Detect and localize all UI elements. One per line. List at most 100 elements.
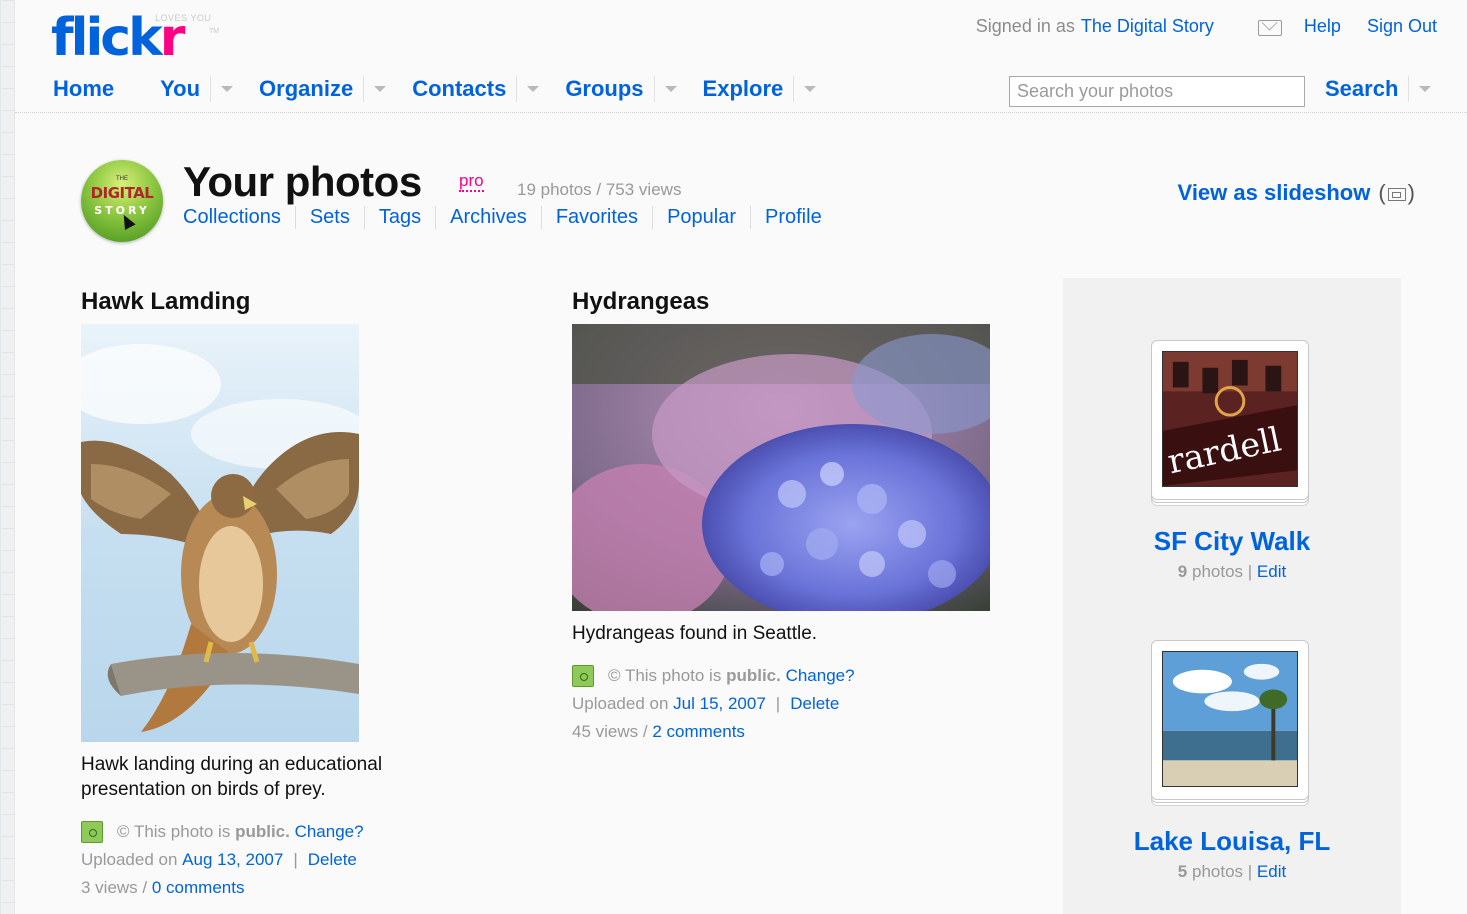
search-input[interactable] [1009, 76, 1305, 107]
subnav-sets[interactable]: Sets [294, 206, 364, 229]
sf-city-walk-thumb: rardell [1162, 351, 1298, 487]
uploaded-date-link[interactable]: Jul 15, 2007 [673, 690, 766, 718]
logo-tagline: LOVES YOU [155, 13, 212, 23]
uploaded-prefix: Uploaded on [81, 850, 178, 869]
lake-louisa-thumb [1162, 651, 1298, 787]
chevron-down-icon[interactable] [516, 76, 540, 102]
change-privacy-link[interactable]: Change? [786, 662, 855, 690]
separator: | [1247, 562, 1253, 581]
chevron-down-icon[interactable] [793, 76, 817, 102]
header-divider [15, 112, 1467, 113]
avatar-text-line1: DIGITAL [90, 184, 154, 202]
set-photo-count-label: photos [1191, 562, 1244, 581]
hawk-photo[interactable] [81, 324, 359, 742]
photo-item: Hydrangeas Hydrangeas found in Seattle. … [572, 288, 1002, 746]
separator: | [293, 850, 298, 869]
views-row: 3 views / 0 comments [81, 874, 481, 902]
views-row: 45 views / 2 comments [572, 718, 1002, 746]
chevron-down-icon[interactable] [1408, 76, 1432, 102]
set-photo-count: 5 [1177, 862, 1188, 881]
change-privacy-link[interactable]: Change? [295, 818, 364, 846]
nav-you[interactable]: You [148, 72, 247, 106]
photo-description: Hydrangeas found in Seattle. [572, 623, 818, 644]
set-thumbnail[interactable] [1151, 640, 1309, 800]
search-button[interactable]: Search [1325, 72, 1432, 106]
subnav-archives[interactable]: Archives [435, 206, 541, 229]
slideshow-paren-close: ) [1407, 180, 1415, 205]
nav-organize-label: Organize [259, 76, 354, 101]
user-name-link[interactable]: The Digital Story [1081, 16, 1214, 37]
set-edit-link[interactable]: Edit [1257, 862, 1286, 881]
upload-row: Uploaded on Aug 13, 2007 | Delete [81, 846, 481, 874]
logo-word: flick [51, 8, 163, 68]
photo-item: Hawk Lamding Hawk landing during an educ… [81, 288, 481, 902]
delete-link[interactable]: Delete [308, 846, 357, 874]
subnav-tags[interactable]: Tags [363, 206, 435, 229]
page-title: Your photos [183, 158, 422, 205]
set-name-link[interactable]: SF City Walk [1063, 526, 1401, 557]
uploaded-prefix: Uploaded on [572, 694, 669, 713]
slideshow-icon [1387, 187, 1406, 201]
main-nav: Home You Organize Contacts Groups Explor… [41, 72, 830, 106]
logo-tm: TM [209, 28, 220, 35]
comments-link[interactable]: 0 comments [152, 874, 245, 902]
subnav-collections[interactable]: Collections [183, 206, 295, 229]
mail-icon[interactable] [1257, 19, 1282, 36]
photo-title[interactable]: Hydrangeas [572, 288, 1002, 316]
slideshow-label: View as slideshow [1177, 180, 1371, 205]
set-thumbnail[interactable]: rardell [1151, 340, 1309, 500]
flickr-logo[interactable]: flickr LOVES YOU TM [51, 8, 231, 68]
set-photo-count: 9 [1177, 562, 1188, 581]
set-meta: 9 photos | Edit [1063, 562, 1401, 582]
photo-description: Hawk landing during an educational prese… [81, 754, 383, 800]
nav-home[interactable]: Home [41, 72, 148, 106]
photo-stats: 19 photos / 753 views [517, 180, 682, 199]
pro-badge[interactable]: pro [459, 172, 484, 192]
nav-organize[interactable]: Organize [247, 72, 400, 106]
subnav-favorites[interactable]: Favorites [540, 206, 652, 229]
nav-contacts[interactable]: Contacts [400, 72, 553, 106]
views-count: 3 views / [81, 878, 148, 897]
view-as-slideshow-link[interactable]: View as slideshow ( ) [1178, 180, 1415, 206]
public-icon [81, 821, 103, 843]
chevron-down-icon[interactable] [653, 76, 677, 102]
comments-link[interactable]: 2 comments [652, 718, 745, 746]
chevron-down-icon[interactable] [363, 76, 387, 102]
privacy-prefix: © This photo is [608, 666, 722, 685]
sets-sidebar: rardell SF City Walk 9 photos | Edit Lak… [1063, 278, 1401, 914]
uploaded-date-link[interactable]: Aug 13, 2007 [182, 846, 283, 874]
nav-groups-label: Groups [565, 76, 644, 101]
photo-title[interactable]: Hawk Lamding [81, 288, 481, 316]
photostream-subnav: Collections Sets Tags Archives Favorites… [183, 206, 836, 229]
sign-out-link[interactable]: Sign Out [1367, 16, 1437, 37]
subnav-profile[interactable]: Profile [750, 206, 836, 229]
nav-you-label: You [160, 76, 201, 101]
public-icon [572, 665, 594, 687]
page: flickr LOVES YOU TM Signed in as The Dig… [14, 0, 1467, 914]
chevron-down-icon[interactable] [210, 76, 234, 102]
nav-groups[interactable]: Groups [553, 72, 690, 106]
signed-in-label: Signed in as [975, 16, 1075, 36]
subnav-popular[interactable]: Popular [652, 206, 750, 229]
separator: | [775, 694, 781, 713]
upload-row: Uploaded on Jul 15, 2007 | Delete [572, 690, 1002, 718]
nav-home-label: Home [53, 76, 115, 101]
set-meta: 5 photos | Edit [1063, 862, 1401, 882]
privacy-value: public. [235, 822, 290, 841]
set-name-link[interactable]: Lake Louisa, FL [1063, 826, 1401, 857]
avatar-text-top: THE [116, 176, 128, 182]
views-count: 45 views / [572, 722, 648, 741]
nav-explore[interactable]: Explore [691, 72, 831, 106]
hydrangeas-photo[interactable] [572, 324, 990, 611]
nav-explore-label: Explore [702, 76, 784, 101]
account-bar: Signed in as The Digital Story Help Sign… [976, 16, 1437, 37]
slideshow-paren-open: ( [1378, 180, 1386, 205]
privacy-prefix: © This photo is [117, 822, 231, 841]
help-link[interactable]: Help [1304, 16, 1341, 37]
nav-contacts-label: Contacts [412, 76, 507, 101]
set-edit-link[interactable]: Edit [1257, 562, 1286, 581]
delete-link[interactable]: Delete [790, 690, 839, 718]
privacy-value: public. [726, 666, 781, 685]
avatar[interactable]: THE DIGITAL STORY [81, 160, 163, 242]
privacy-row: © This photo is public. Change? [81, 818, 481, 846]
